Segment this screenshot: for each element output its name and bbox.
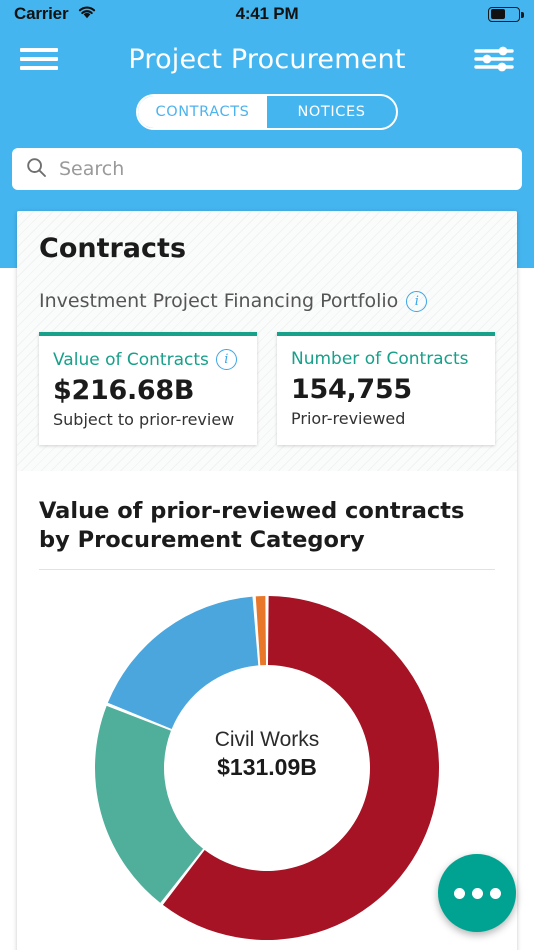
status-bar-left: Carrier — [14, 4, 98, 24]
stat-label: Number of Contracts — [291, 349, 481, 369]
stat-note: Subject to prior-review — [53, 410, 235, 429]
more-options-fab[interactable] — [438, 854, 516, 932]
page-title: Project Procurement — [128, 43, 406, 75]
battery-icon — [488, 6, 524, 22]
stats-row: Value of Contracts i $216.68B Subject to… — [39, 332, 495, 445]
more-options-icon — [489, 887, 501, 899]
search-icon — [26, 157, 47, 182]
portfolio-subtitle-text: Investment Project Financing Portfolio — [39, 290, 399, 312]
contracts-card: Contracts Investment Project Financing P… — [17, 211, 517, 950]
donut-slice[interactable] — [107, 596, 259, 729]
stat-label-text: Value of Contracts — [53, 349, 209, 370]
status-bar: Carrier 4:41 PM — [0, 0, 534, 28]
carrier-label: Carrier — [14, 4, 69, 23]
more-options-icon — [471, 887, 483, 899]
search-bar[interactable] — [12, 148, 522, 190]
filter-sliders-icon[interactable] — [474, 44, 514, 74]
more-options-icon — [453, 887, 465, 899]
stat-value: $216.68B — [53, 375, 195, 406]
stat-tile-value-of-contracts: Value of Contracts i $216.68B Subject to… — [39, 332, 257, 445]
portfolio-subtitle: Investment Project Financing Portfolio i — [39, 290, 495, 312]
tab-notices[interactable]: NOTICES — [267, 96, 396, 128]
stat-tile-number-of-contracts: Number of Contracts 154,755 Prior-review… — [277, 332, 495, 445]
donut-chart-svg[interactable] — [87, 588, 447, 948]
search-input[interactable] — [57, 157, 508, 181]
tab-contracts[interactable]: CONTRACTS — [138, 96, 267, 128]
info-icon[interactable]: i — [406, 290, 428, 312]
segmented-control: CONTRACTS NOTICES — [136, 94, 398, 130]
stat-value: 154,755 — [291, 374, 412, 405]
contracts-title: Contracts — [39, 233, 187, 264]
contracts-card-header: Contracts Investment Project Financing P… — [17, 211, 517, 471]
hamburger-menu-icon[interactable] — [20, 44, 60, 74]
stat-label-text: Number of Contracts — [291, 349, 469, 369]
wifi-icon — [76, 4, 98, 24]
chart-divider — [39, 568, 495, 570]
stat-note: Prior-reviewed — [291, 409, 406, 428]
donut-chart[interactable]: Civil Works $131.09B — [39, 588, 495, 948]
donut-slice[interactable] — [94, 705, 204, 903]
chart-title: Value of prior-reviewed contracts by Pro… — [39, 498, 465, 553]
navigation-bar: Project Procurement — [0, 28, 534, 90]
app-screen: Carrier 4:41 PM Project Procurement CONT… — [0, 0, 534, 950]
stat-label: Value of Contracts i — [53, 349, 243, 370]
info-icon[interactable]: i — [215, 349, 237, 370]
status-bar-right — [488, 6, 524, 22]
